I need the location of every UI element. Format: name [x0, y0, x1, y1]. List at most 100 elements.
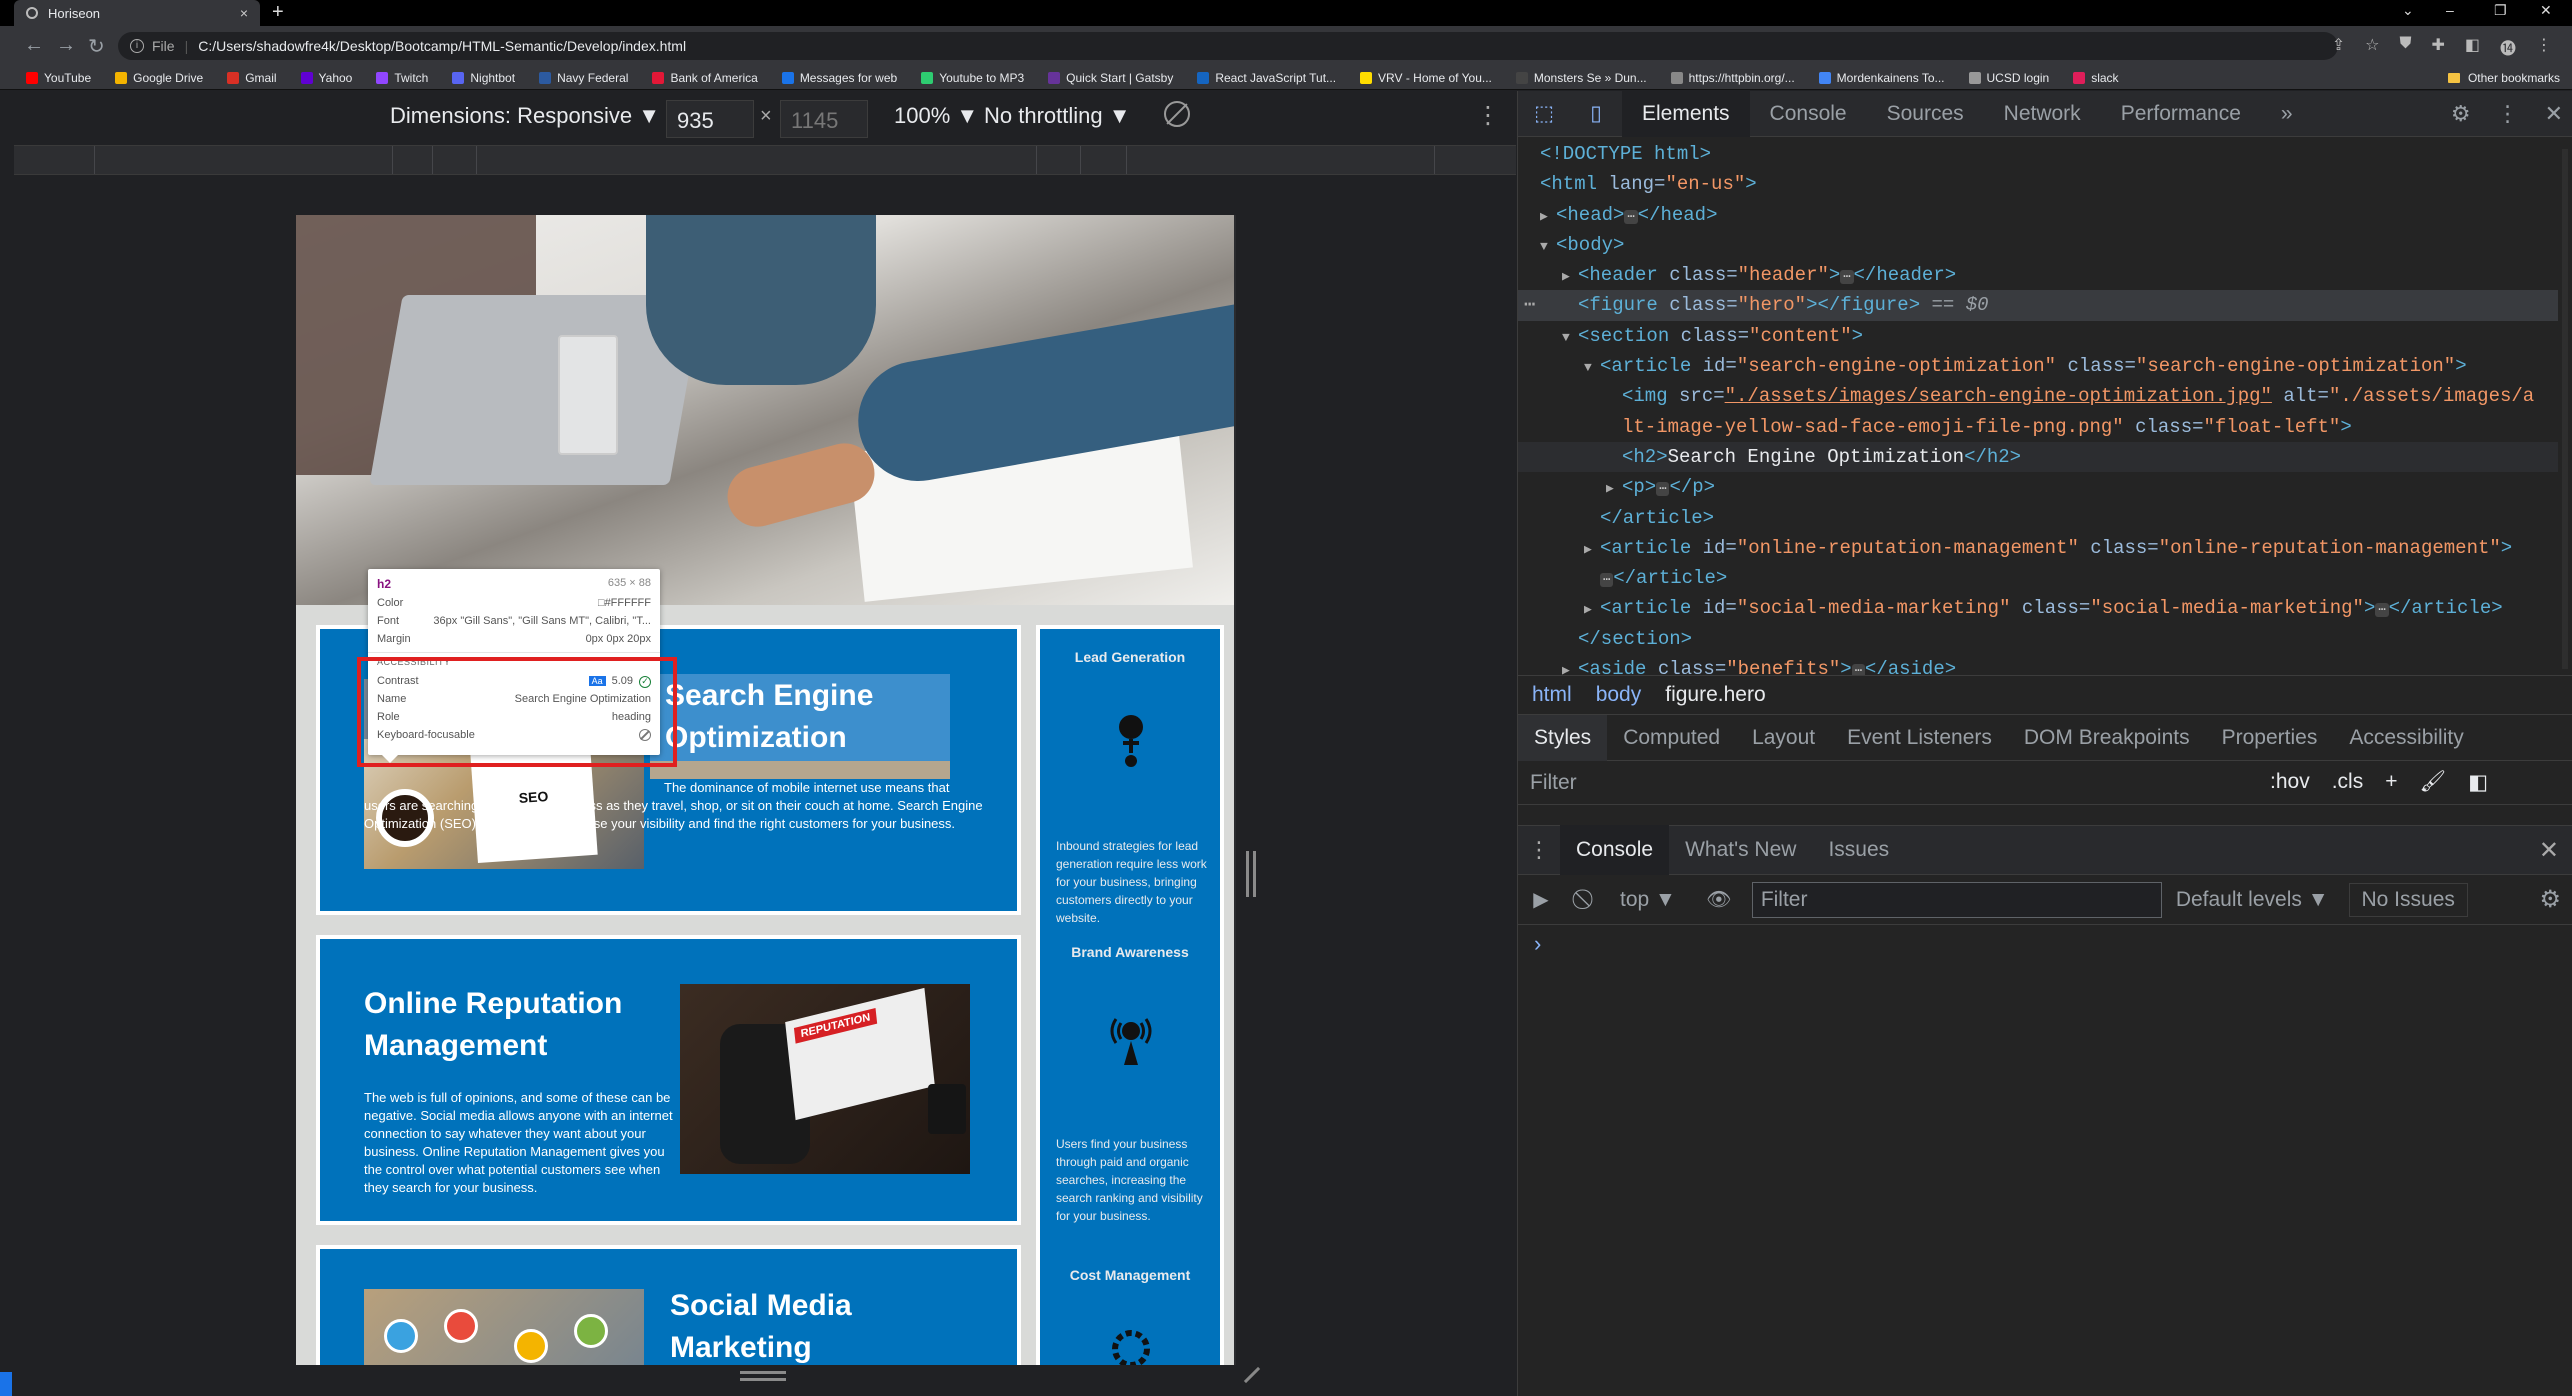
- tab-close-icon[interactable]: ×: [240, 5, 248, 21]
- ellipsis-icon[interactable]: ⋯: [1656, 482, 1670, 497]
- mq-segment[interactable]: [1080, 146, 1081, 174]
- resize-handle-right[interactable]: [1246, 851, 1256, 897]
- browser-menu-icon[interactable]: ⋮: [2536, 35, 2552, 59]
- info-icon[interactable]: i: [130, 39, 144, 53]
- bookmark-navy-federal[interactable]: Navy Federal: [539, 71, 628, 85]
- dom-line-head[interactable]: ▶ <head> ⋯ </head>: [1518, 200, 2558, 230]
- hov-toggle[interactable]: :hov: [2270, 770, 2310, 795]
- inspect-element-icon[interactable]: ⬚: [1518, 91, 1570, 137]
- tab-performance[interactable]: Performance: [2101, 91, 2261, 137]
- dom-line-h2[interactable]: <h2>Search Engine Optimization</h2>: [1518, 441, 2558, 473]
- context-dropdown[interactable]: top ▼: [1610, 888, 1686, 912]
- reload-icon[interactable]: ↻: [88, 34, 105, 59]
- minimize-icon[interactable]: –: [2446, 2, 2454, 18]
- styles-filter-input[interactable]: Filter: [1530, 771, 2270, 795]
- dom-line-article-seo[interactable]: ▼ <article id="search-engine-optimization…: [1518, 351, 2558, 381]
- expand-triangle-icon[interactable]: ▶: [1562, 656, 1578, 675]
- tab-elements[interactable]: Elements: [1622, 90, 1750, 137]
- devtools-menu-icon[interactable]: ⋮: [2497, 101, 2519, 127]
- breadcrumb-figure[interactable]: figure.hero: [1665, 683, 1765, 707]
- expand-triangle-icon[interactable]: ▶: [1540, 202, 1556, 232]
- drawer-tab-whats-new[interactable]: What's New: [1669, 825, 1812, 875]
- bookmark-httpbin[interactable]: https://httpbin.org/...: [1670, 71, 1795, 85]
- rotate-icon[interactable]: [1164, 101, 1190, 127]
- dom-line-section[interactable]: ▼ <section class="content">: [1518, 321, 2558, 351]
- bookmark-gmail[interactable]: Gmail: [227, 71, 277, 85]
- collapse-triangle-icon[interactable]: ▼: [1540, 232, 1556, 262]
- dom-line-aside[interactable]: ▶ <aside class="benefits"> ⋯ </aside>: [1518, 654, 2558, 675]
- bookmark-vrv[interactable]: VRV - Home of You...: [1360, 71, 1492, 85]
- address-bar[interactable]: i File | C:/Users/shadowfre4k/Desktop/Bo…: [118, 32, 2338, 60]
- dom-line-article-close[interactable]: </article>: [1518, 503, 2558, 533]
- drawer-tab-console[interactable]: Console: [1560, 825, 1670, 875]
- bookmark-messages[interactable]: Messages for web: [781, 71, 897, 85]
- bookmark-bank-of-america[interactable]: Bank of America: [652, 71, 758, 85]
- dom-line-article-orm[interactable]: ▶ <article id="online-reputation-manageme…: [1518, 533, 2558, 563]
- gutter-dots-icon[interactable]: ⋯: [1524, 290, 1535, 320]
- drawer-tab-issues[interactable]: Issues: [1812, 825, 1905, 875]
- ellipsis-icon[interactable]: ⋯: [1600, 573, 1614, 588]
- dom-line-body[interactable]: ▼ <body>: [1518, 230, 2558, 260]
- expand-triangle-icon[interactable]: ▶: [1584, 595, 1600, 625]
- dom-tree[interactable]: <!DOCTYPE html> <html lang="en-us"> ▶ <he…: [1518, 137, 2558, 675]
- bookmark-star-icon[interactable]: ☆: [2365, 35, 2379, 59]
- new-rule-icon[interactable]: +: [2385, 770, 2397, 795]
- browser-tab[interactable]: Horiseon ×: [14, 0, 260, 26]
- expand-triangle-icon[interactable]: ▶: [1562, 262, 1578, 292]
- mq-segment[interactable]: [432, 146, 433, 174]
- ellipsis-icon[interactable]: ⋯: [1840, 270, 1854, 285]
- tab-event-listeners[interactable]: Event Listeners: [1831, 715, 2008, 761]
- sidebar-toggle-icon[interactable]: ◧: [2468, 770, 2488, 795]
- expand-triangle-icon[interactable]: ▶: [1606, 474, 1622, 504]
- dom-line-figure-selected[interactable]: ⋯ <figure class="hero"></figure> == $0: [1518, 290, 2558, 321]
- bookmark-google-drive[interactable]: Google Drive: [115, 71, 203, 85]
- bookmark-nightbot[interactable]: Nightbot: [452, 71, 515, 85]
- dom-line-img-cont[interactable]: lt-image-yellow-sad-face-emoji-file-png.…: [1518, 412, 2558, 442]
- mq-segment[interactable]: [1126, 146, 1127, 174]
- collapse-triangle-icon[interactable]: ▼: [1584, 353, 1600, 383]
- share-icon[interactable]: ⇪: [2332, 35, 2345, 59]
- tab-console[interactable]: Console: [1750, 91, 1867, 137]
- tab-properties[interactable]: Properties: [2206, 715, 2334, 761]
- resize-handle-bottom[interactable]: [740, 1371, 786, 1381]
- collapse-triangle-icon[interactable]: ▼: [1562, 323, 1578, 353]
- tab-layout[interactable]: Layout: [1736, 715, 1831, 761]
- console-filter-input[interactable]: Filter: [1751, 881, 2162, 918]
- ellipsis-icon[interactable]: ⋯: [1624, 209, 1638, 224]
- paint-icon[interactable]: 🖌: [2419, 770, 2446, 795]
- dom-line-article-orm-close[interactable]: ⋯ </article>: [1518, 563, 2558, 593]
- levels-dropdown[interactable]: Default levels ▼: [2176, 888, 2329, 912]
- ellipsis-icon[interactable]: ⋯: [1851, 664, 1865, 675]
- cls-toggle[interactable]: .cls: [2332, 770, 2364, 795]
- bookmark-ucsd[interactable]: UCSD login: [1968, 71, 2049, 85]
- new-tab-button[interactable]: +: [272, 1, 284, 24]
- device-menu-icon[interactable]: ⋮: [1476, 101, 1500, 130]
- clear-console-icon[interactable]: ⃠: [1564, 888, 1610, 911]
- dom-line-p[interactable]: ▶ <p> ⋯ </p>: [1518, 472, 2558, 502]
- tab-dom-breakpoints[interactable]: DOM Breakpoints: [2008, 715, 2206, 761]
- tab-network[interactable]: Network: [1984, 91, 2101, 137]
- dom-line-img[interactable]: <img src="./assets/images/search-engine-…: [1518, 381, 2558, 411]
- console-settings-icon[interactable]: ⚙: [2539, 885, 2561, 914]
- mq-segment[interactable]: [476, 146, 477, 174]
- bookmark-twitch[interactable]: Twitch: [376, 71, 428, 85]
- expand-triangle-icon[interactable]: ▶: [1584, 535, 1600, 565]
- more-tabs-icon[interactable]: »: [2261, 91, 2313, 137]
- height-input[interactable]: 1145: [780, 100, 868, 138]
- dom-line-header[interactable]: ▶ <header class="header"> ⋯ </header>: [1518, 260, 2558, 290]
- sidebar-play-icon[interactable]: ▶: [1518, 887, 1564, 912]
- dom-line-doctype[interactable]: <!DOCTYPE html>: [1518, 139, 2558, 169]
- throttling-dropdown[interactable]: No throttling ▼: [984, 103, 1131, 129]
- dom-line-html[interactable]: <html lang="en-us">: [1518, 169, 2558, 199]
- mq-segment[interactable]: [94, 146, 95, 174]
- shield-extension-icon[interactable]: ⛊: [2399, 35, 2411, 59]
- dom-scrollbar[interactable]: [2560, 149, 2570, 669]
- back-icon[interactable]: ←: [24, 34, 44, 57]
- breadcrumb-html[interactable]: html: [1532, 683, 1572, 707]
- ellipsis-icon[interactable]: ⋯: [2375, 603, 2389, 618]
- mq-segment[interactable]: [1434, 146, 1435, 174]
- issues-button[interactable]: No Issues: [2348, 882, 2468, 917]
- dimensions-dropdown[interactable]: Dimensions: Responsive ▼: [390, 103, 660, 129]
- other-bookmarks[interactable]: Other bookmarks: [2447, 71, 2560, 85]
- dom-link[interactable]: "./assets/images/search-engine-optimizat…: [1725, 385, 2272, 407]
